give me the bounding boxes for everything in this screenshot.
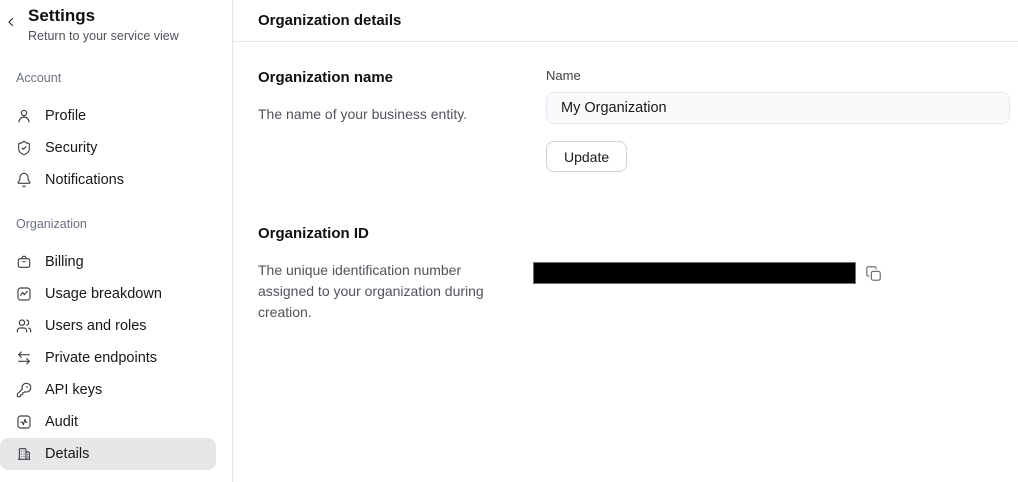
organization-name-info: Organization name The name of your busin…: [258, 68, 546, 172]
copy-icon: [865, 265, 882, 282]
wallet-icon: [16, 254, 32, 270]
section-label-account: Account: [0, 71, 232, 85]
section-label-organization: Organization: [0, 217, 232, 231]
arrows-left-right-icon: [16, 350, 32, 366]
sidebar-item-notifications[interactable]: Notifications: [0, 164, 216, 196]
sidebar-item-api-keys[interactable]: API keys: [0, 374, 216, 406]
building-icon: [16, 446, 32, 462]
back-button[interactable]: [2, 13, 20, 31]
organization-id-row: [533, 224, 1010, 284]
account-nav: Profile Security Notifications: [0, 100, 232, 196]
copy-button[interactable]: [863, 263, 883, 283]
sidebar-item-label: API keys: [45, 382, 102, 398]
page-subtitle: Return to your service view: [28, 29, 216, 44]
user-icon: [16, 108, 32, 124]
key-icon: [16, 382, 32, 398]
organization-name-section: Organization name The name of your busin…: [258, 68, 1010, 172]
settings-sidebar: Settings Return to your service view Acc…: [0, 0, 233, 482]
sidebar-header: Settings Return to your service view: [0, 0, 232, 44]
sidebar-item-private-endpoints[interactable]: Private endpoints: [0, 342, 216, 374]
settings-page: Settings Return to your service view Acc…: [0, 0, 1018, 482]
organization-id-info: Organization ID The unique identificatio…: [258, 224, 546, 323]
sidebar-item-label: Private endpoints: [45, 350, 157, 366]
sidebar-item-usage-breakdown[interactable]: Usage breakdown: [0, 278, 216, 310]
organization-id-section: Organization ID The unique identificatio…: [258, 224, 1010, 323]
pulse-square-icon: [16, 414, 32, 430]
shield-check-icon: [16, 140, 32, 156]
update-button[interactable]: Update: [546, 141, 627, 172]
chart-square-icon: [16, 286, 32, 302]
organization-id-description: The unique identification number assigne…: [258, 260, 516, 323]
main-header-title: Organization details: [258, 12, 401, 29]
page-title: Settings: [28, 5, 216, 26]
sidebar-item-profile[interactable]: Profile: [0, 100, 216, 132]
organization-nav: Billing Usage breakdown Users and roles …: [0, 246, 232, 470]
organization-id-value-area: [546, 224, 1010, 323]
sidebar-item-security[interactable]: Security: [0, 132, 216, 164]
organization-name-title: Organization name: [258, 69, 516, 87]
main-panel: Organization details Organization name T…: [233, 0, 1018, 482]
sidebar-item-billing[interactable]: Billing: [0, 246, 216, 278]
bell-icon: [16, 172, 32, 188]
sidebar-item-label: Profile: [45, 108, 86, 124]
organization-name-input[interactable]: [546, 92, 1010, 124]
main-content: Organization name The name of your busin…: [233, 42, 1018, 323]
sidebar-item-label: Users and roles: [45, 318, 147, 334]
sidebar-item-label: Usage breakdown: [45, 286, 162, 302]
sidebar-item-details[interactable]: Details: [0, 438, 216, 470]
sidebar-item-audit[interactable]: Audit: [0, 406, 216, 438]
organization-id-title: Organization ID: [258, 225, 516, 243]
sidebar-item-users-and-roles[interactable]: Users and roles: [0, 310, 216, 342]
organization-name-form: Name Update: [546, 68, 1010, 172]
main-header: Organization details: [233, 0, 1018, 42]
chevron-left-icon: [4, 15, 18, 29]
users-icon: [16, 318, 32, 334]
sidebar-item-label: Notifications: [45, 172, 124, 188]
name-field-label: Name: [546, 68, 1010, 83]
sidebar-item-label: Details: [45, 446, 89, 462]
organization-name-description: The name of your business entity.: [258, 104, 516, 125]
sidebar-item-label: Billing: [45, 254, 84, 270]
organization-id-value-redacted: [533, 262, 856, 284]
sidebar-item-label: Audit: [45, 414, 78, 430]
sidebar-item-label: Security: [45, 140, 97, 156]
